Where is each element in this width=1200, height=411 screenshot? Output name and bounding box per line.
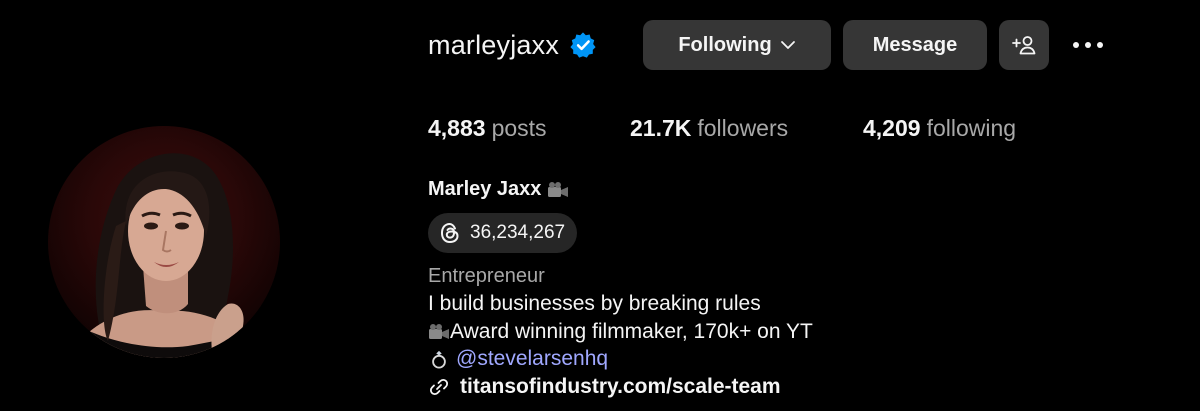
posts-stat: 4,883 posts: [428, 115, 547, 142]
threads-count: 36,234,267: [470, 222, 566, 243]
suggest-user-button[interactable]: [999, 20, 1049, 70]
mention-link[interactable]: @stevelarsenhq: [456, 347, 608, 371]
bio-line-2-text: Award winning filmmaker, 170k+ on YT: [450, 320, 813, 343]
ring-icon: [432, 350, 446, 369]
full-name-row: Marley Jaxx: [428, 178, 569, 201]
following-label: following: [926, 115, 1017, 141]
more-options-icon[interactable]: [1068, 34, 1108, 56]
posts-label: posts: [491, 115, 547, 141]
movie-camera-icon: [429, 324, 449, 339]
bio-line-3: @stevelarsenhq: [428, 347, 608, 371]
dot: [1097, 42, 1103, 48]
verified-badge-icon: [570, 32, 596, 58]
bio-line-1: I build businesses by breaking rules: [428, 292, 761, 315]
username: marleyjaxx: [428, 29, 560, 60]
add-user-icon: [1012, 36, 1036, 55]
profile-avatar[interactable]: [48, 126, 280, 358]
full-name: Marley Jaxx: [428, 178, 542, 200]
dot: [1073, 42, 1079, 48]
chevron-down-icon: [780, 41, 795, 49]
following-button-label: Following: [678, 33, 772, 56]
message-button[interactable]: Message: [843, 20, 987, 70]
message-button-label: Message: [872, 33, 958, 56]
username-row: marleyjaxx: [428, 20, 597, 70]
link-icon: [429, 378, 449, 396]
following-stat[interactable]: 4,209 following: [863, 115, 1016, 142]
external-link[interactable]: titansofindustry.com/scale-team: [460, 375, 781, 399]
dot: [1085, 42, 1091, 48]
posts-count: 4,883: [428, 115, 486, 141]
followers-count: 21.7K: [630, 115, 692, 141]
following-button[interactable]: Following: [643, 20, 831, 70]
category-label: Entrepreneur: [428, 265, 545, 287]
bio-line-2: Award winning filmmaker, 170k+ on YT: [428, 320, 813, 344]
threads-icon: [440, 222, 459, 244]
followers-label: followers: [697, 115, 789, 141]
threads-badge[interactable]: 36,234,267: [428, 213, 578, 253]
following-count: 4,209: [863, 115, 921, 141]
bio-link-row: titansofindustry.com/scale-team: [428, 375, 781, 399]
movie-camera-icon: [548, 181, 569, 197]
followers-stat[interactable]: 21.7K followers: [630, 115, 788, 142]
